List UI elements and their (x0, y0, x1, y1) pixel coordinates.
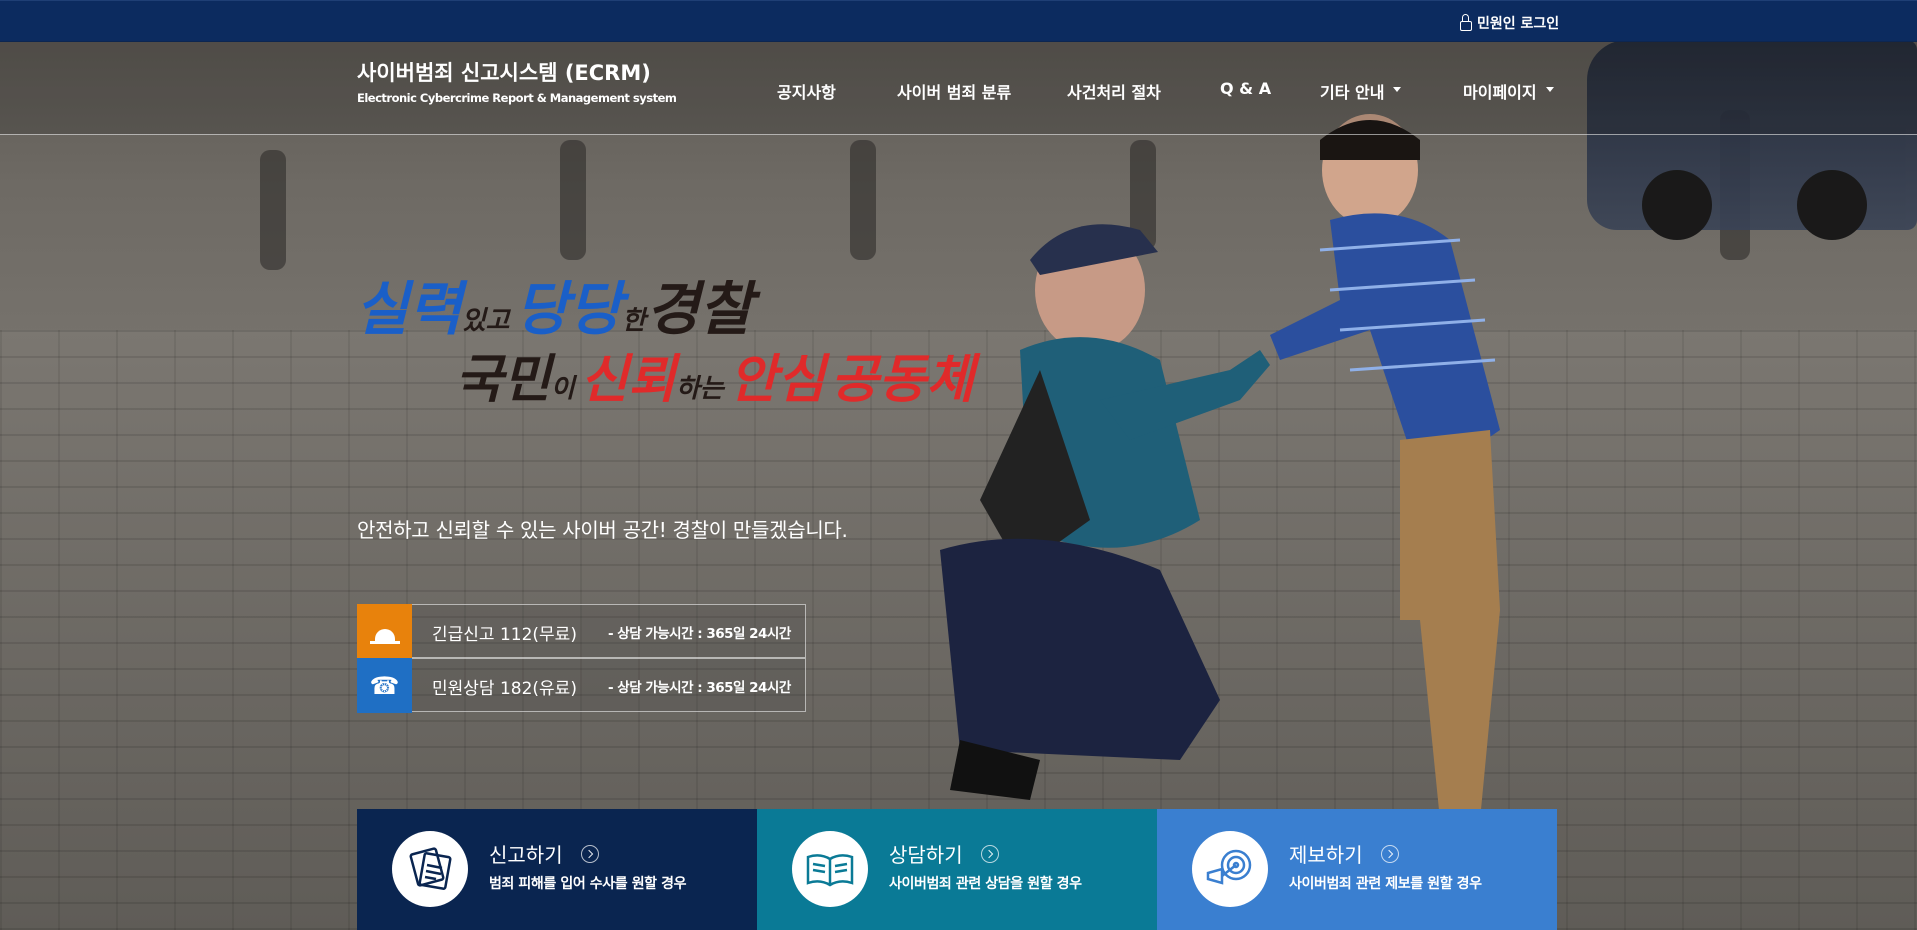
slogan-word: 국민 (455, 349, 551, 410)
lock-icon (1460, 14, 1472, 31)
slogan-word: 이 (550, 374, 575, 404)
nav-label: Q & A (1220, 79, 1272, 98)
slogan-word: 있고 (461, 306, 510, 336)
contact-hours: - 상담 가능시간 : 365일 24시간 (608, 626, 791, 642)
card-title: 제보하기 (1289, 843, 1363, 867)
site-title[interactable]: 사이버범죄 신고시스템 (ECRM) (357, 57, 651, 87)
civil-182-row: ☎ 민원상담 182(유료) - 상담 가능시간 : 365일 24시간 (357, 658, 806, 713)
contact-label: 민원상담 182(유료) (432, 679, 577, 699)
report-card[interactable]: 신고하기 범죄 피해를 입어 수사를 원할 경우 (357, 809, 757, 930)
slogan-word: 하는 (675, 374, 724, 404)
slogan-word: 실력 (355, 275, 462, 343)
nav-item-notice[interactable]: 공지사항 (777, 79, 836, 103)
nav-item-qna[interactable]: Q & A (1220, 79, 1271, 98)
slogan-word: 경찰 (645, 275, 753, 343)
nav-label: 사건처리 절차 (1067, 83, 1161, 102)
nav-item-other-info[interactable]: 기타 안내 (1320, 79, 1402, 103)
consult-card[interactable]: 상담하기 사이버범죄 관련 상담을 원할 경우 (757, 809, 1157, 930)
nav-item-crime-categories[interactable]: 사이버 범죄 분류 (897, 79, 1011, 103)
site-subtitle: Electronic Cybercrime Report & Managemen… (357, 91, 677, 105)
card-description: 사이버범죄 관련 제보를 원할 경우 (1289, 876, 1482, 892)
card-title-row: 신고하기 (489, 839, 599, 868)
chevron-right-circle-icon (1380, 844, 1399, 863)
slogan-word: 당당 (515, 275, 622, 343)
open-book-icon (792, 831, 868, 907)
caret-down-icon (1545, 86, 1554, 92)
contact-hours: - 상담 가능시간 : 365일 24시간 (608, 680, 791, 696)
slogan-word: 안심 (729, 349, 825, 410)
slogan-word: 공동체 (830, 349, 975, 410)
card-description: 사이버범죄 관련 상담을 원할 경우 (889, 876, 1082, 892)
megaphone-target-icon (1192, 831, 1268, 907)
hero-tagline: 안전하고 신뢰할 수 있는 사이버 공간! 경찰이 만들겠습니다. (357, 518, 848, 542)
chevron-right-circle-icon (980, 844, 999, 863)
background-bollard (850, 140, 876, 260)
tip-off-card[interactable]: 제보하기 사이버범죄 관련 제보를 원할 경우 (1157, 809, 1557, 930)
citizen-login-link[interactable]: 민원인 로그인 (1460, 13, 1559, 33)
card-title-row: 제보하기 (1289, 839, 1399, 868)
card-description: 범죄 피해를 입어 수사를 원할 경우 (489, 876, 687, 892)
nav-label: 공지사항 (777, 83, 836, 102)
nav-item-case-procedure[interactable]: 사건처리 절차 (1067, 79, 1161, 103)
nav-label: 사이버 범죄 분류 (897, 83, 1012, 102)
slogan-word: 신뢰 (580, 349, 676, 410)
emergency-112-row: 긴급신고 112(무료) - 상담 가능시간 : 365일 24시간 (357, 604, 806, 659)
background-bollard (560, 140, 586, 260)
caret-down-icon (1393, 86, 1402, 92)
phone-icon: ☎ (357, 658, 412, 713)
top-utility-bar: 민원인 로그인 (0, 0, 1917, 42)
card-title: 상담하기 (889, 843, 963, 867)
contact-label: 긴급신고 112(무료) (432, 625, 577, 645)
nav-label: 기타 안내 (1320, 83, 1385, 102)
siren-icon (357, 604, 412, 659)
chevron-right-circle-icon (580, 844, 599, 863)
card-title: 신고하기 (489, 843, 563, 867)
nav-label: 마이페이지 (1463, 83, 1537, 102)
report-document-icon (392, 831, 468, 907)
background-bollard (260, 150, 286, 270)
hero-slogan: 실력있고 당당한경찰 국민이 신뢰하는 안심 공동체 (355, 262, 1015, 472)
slogan-word: 한 (621, 306, 646, 336)
nav-item-mypage[interactable]: 마이페이지 (1463, 79, 1554, 103)
card-title-row: 상담하기 (889, 839, 999, 868)
citizen-login-label: 민원인 로그인 (1477, 16, 1560, 32)
